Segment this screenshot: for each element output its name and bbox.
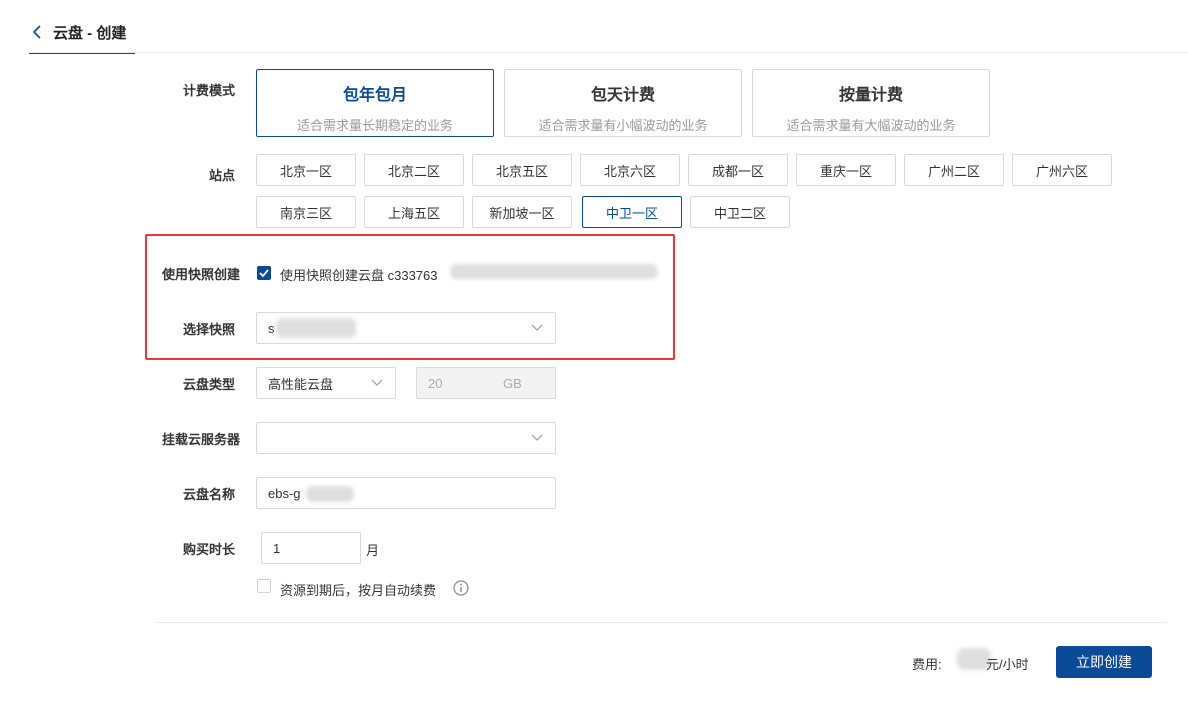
header-divider — [29, 52, 1188, 53]
select-snapshot-label: 选择快照 — [182, 322, 235, 337]
duration-unit: 月 — [366, 543, 380, 558]
billing-option-pay-as-you-go[interactable]: 按量计费 适合需求量有大幅波动的业务 — [752, 69, 990, 137]
redacted-text — [306, 486, 354, 502]
disk-size-unit: GB — [503, 375, 522, 391]
billing-option-yearly-monthly[interactable]: 包年包月 适合需求量长期稳定的业务 — [256, 69, 494, 137]
billing-option-desc: 适合需求量长期稳定的业务 — [296, 118, 453, 133]
billing-option-desc: 适合需求量有大幅波动的业务 — [786, 118, 956, 133]
page-header: 云盘 - 创建 — [29, 12, 135, 54]
checkmark-icon — [259, 269, 269, 277]
billing-option-title: 包年包月 — [342, 87, 407, 104]
mount-server-select[interactable] — [256, 422, 556, 454]
disk-type-value: 高性能云盘 — [268, 376, 334, 392]
site-option[interactable]: 新加坡一区 — [472, 196, 572, 228]
duration-input[interactable]: 1 — [261, 532, 361, 564]
site-option[interactable]: 北京五区 — [472, 154, 572, 186]
site-option[interactable]: 成都一区 — [688, 154, 788, 186]
footer-divider — [155, 622, 1167, 623]
use-snapshot-text: 使用快照创建云盘 c333763 — [280, 268, 438, 283]
site-option[interactable]: 重庆一区 — [796, 154, 896, 186]
disk-type-select[interactable]: 高性能云盘 — [256, 367, 396, 399]
site-option[interactable]: 南京三区 — [256, 196, 356, 228]
fee-label: 费用: — [912, 657, 942, 672]
site-option[interactable]: 广州六区 — [1012, 154, 1112, 186]
site-option[interactable]: 上海五区 — [364, 196, 464, 228]
chevron-down-icon — [531, 434, 543, 441]
redacted-text — [450, 264, 658, 279]
site-option[interactable]: 北京二区 — [364, 154, 464, 186]
billing-option-title: 按量计费 — [838, 87, 903, 104]
site-option[interactable]: 北京六区 — [580, 154, 680, 186]
disk-name-input[interactable]: ebs-g — [256, 477, 556, 509]
duration-value: 1 — [273, 540, 281, 556]
billing-mode-label: 计费模式 — [182, 83, 235, 98]
mount-server-label: 挂载云服务器 — [161, 432, 240, 447]
disk-type-label: 云盘类型 — [182, 377, 235, 392]
duration-label: 购买时长 — [182, 542, 235, 557]
chevron-down-icon — [371, 379, 383, 386]
disk-size-input: 20 GB — [416, 367, 556, 399]
use-snapshot-label: 使用快照创建 — [161, 267, 240, 282]
auto-renew-checkbox[interactable] — [257, 579, 271, 593]
info-icon[interactable] — [453, 580, 469, 596]
auto-renew-text: 资源到期后，按月自动续费 — [280, 583, 437, 598]
page-title: 云盘 - 创建 — [53, 24, 127, 42]
site-label: 站点 — [208, 168, 235, 183]
billing-option-title: 包天计费 — [590, 87, 655, 104]
create-now-button[interactable]: 立即创建 — [1056, 646, 1152, 678]
redacted-text — [276, 318, 356, 338]
site-option[interactable]: 中卫二区 — [690, 196, 790, 228]
back-arrow-icon[interactable] — [32, 25, 42, 39]
use-snapshot-checkbox[interactable] — [257, 266, 271, 280]
disk-name-value: ebs-g — [268, 485, 301, 501]
billing-option-desc: 适合需求量有小幅波动的业务 — [538, 118, 708, 133]
chevron-down-icon — [531, 324, 543, 331]
fee-unit: 元/小时 — [986, 657, 1029, 672]
disk-name-label: 云盘名称 — [182, 487, 235, 502]
snapshot-select-value: s — [268, 320, 275, 336]
site-option[interactable]: 广州二区 — [904, 154, 1004, 186]
disk-size-value: 20 — [428, 375, 443, 391]
site-option-selected[interactable]: 中卫一区 — [582, 196, 682, 228]
billing-option-daily[interactable]: 包天计费 适合需求量有小幅波动的业务 — [504, 69, 742, 137]
site-option[interactable]: 北京一区 — [256, 154, 356, 186]
